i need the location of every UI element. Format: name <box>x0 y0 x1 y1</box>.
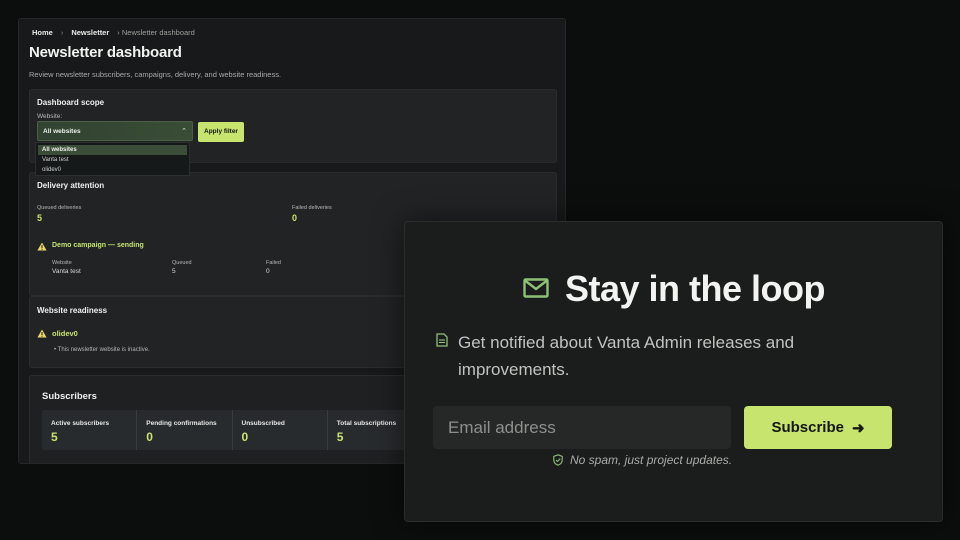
table-header-failed: Failed <box>266 260 281 266</box>
table-header-website: Website <box>52 260 72 266</box>
stat-value: 0 <box>241 430 249 444</box>
breadcrumb: Home › Newsletter › Newsletter dashboard <box>32 28 195 37</box>
subscriber-stats: Active subscribers 5 Pending confirmatio… <box>42 410 422 450</box>
apply-filter-button[interactable]: Apply filter <box>198 122 244 142</box>
failed-deliveries-value: 0 <box>292 213 298 223</box>
breadcrumb-separator: › <box>60 28 64 37</box>
queued-deliveries-value: 5 <box>37 213 43 223</box>
breadcrumb-current: › Newsletter dashboard <box>117 28 195 37</box>
email-input[interactable] <box>433 406 731 449</box>
table-header-queued: Queued <box>172 260 192 266</box>
table-cell-website: Vanta test <box>52 268 81 275</box>
stat-value: 0 <box>146 430 153 444</box>
subscribe-label: Subscribe <box>771 419 844 436</box>
failed-deliveries-label: Failed deliveries <box>292 205 332 211</box>
stat-value: 5 <box>51 430 58 444</box>
privacy-note: No spam, just project updates. <box>553 453 732 467</box>
queued-deliveries-label: Queued deliveries <box>37 205 82 211</box>
chevron-up-icon: ⌃ <box>181 128 187 135</box>
readiness-site-note: • This newsletter website is inactive. <box>54 347 150 353</box>
stat-label: Total subscriptions <box>336 420 397 427</box>
stat-label: Active subscribers <box>51 420 110 427</box>
website-label: Website: <box>37 113 63 120</box>
document-icon <box>436 333 448 347</box>
page-title: Newsletter dashboard <box>29 44 182 61</box>
stat-label: Pending confirmations <box>146 420 217 427</box>
website-select-value: All websites <box>43 128 81 135</box>
stat-pending-confirmations: Pending confirmations 0 <box>137 410 233 450</box>
stat-label: Unsubscribed <box>241 420 285 427</box>
readiness-site-name[interactable]: olidev0 <box>52 329 78 338</box>
page-description: Review newsletter subscribers, campaigns… <box>29 70 282 79</box>
subscribers-title: Subscribers <box>42 391 97 402</box>
arrow-right-icon: ➜ <box>851 419 865 437</box>
stat-active-subscribers: Active subscribers 5 <box>42 410 138 450</box>
mail-icon <box>523 278 549 298</box>
website-dropdown-list: All websites Vanta test olidev0 <box>35 142 190 176</box>
website-select[interactable]: All websites ⌃ <box>37 121 193 141</box>
website-readiness-title: Website readiness <box>37 306 108 315</box>
stat-value: 5 <box>336 430 344 444</box>
readiness-note-text: This newsletter website is inactive. <box>57 347 150 353</box>
warning-icon <box>37 242 47 251</box>
campaign-title[interactable]: Demo campaign — sending <box>52 242 144 249</box>
stat-unsubscribed: Unsubscribed 0 <box>233 410 328 450</box>
breadcrumb-current-label: Newsletter dashboard <box>121 28 195 37</box>
dropdown-option-all-websites[interactable]: All websites <box>38 145 187 155</box>
signup-description: Get notified about Vanta Admin releases … <box>458 333 795 379</box>
newsletter-signup-card: Stay in the loop Get notified about Vant… <box>404 221 943 522</box>
dropdown-option-olidev0[interactable]: olidev0 <box>38 165 187 175</box>
dashboard-scope-title: Dashboard scope <box>37 98 105 107</box>
subscribe-button[interactable]: Subscribe ➜ <box>744 406 892 449</box>
delivery-attention-title: Delivery attention <box>37 181 105 190</box>
warning-icon <box>37 329 47 338</box>
breadcrumb-home[interactable]: Home <box>32 28 53 37</box>
table-cell-queued: 5 <box>172 268 176 275</box>
shield-check-icon <box>553 454 563 466</box>
privacy-note-text: No spam, just project updates. <box>570 453 733 467</box>
signup-title: Stay in the loop <box>565 268 826 309</box>
dropdown-option-vanta-test[interactable]: Vanta test <box>38 155 187 165</box>
breadcrumb-newsletter[interactable]: Newsletter <box>71 28 109 37</box>
table-cell-failed: 0 <box>266 268 270 275</box>
